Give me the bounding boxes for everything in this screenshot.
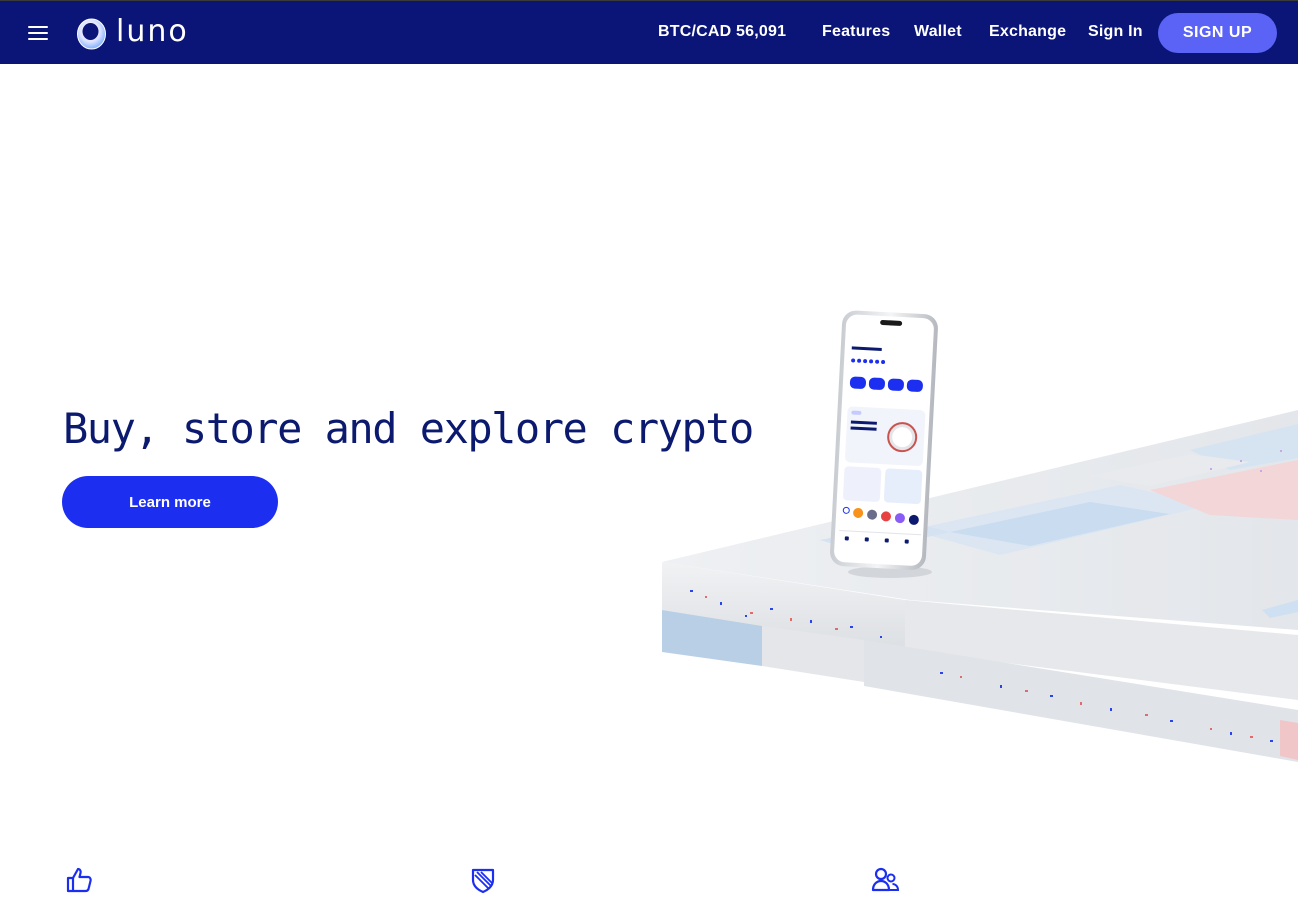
sign-up-button[interactable]: SIGN UP xyxy=(1158,13,1277,53)
nav-link-sign-in[interactable]: Sign In xyxy=(1088,23,1143,41)
users-icon xyxy=(871,867,899,892)
btc-cad-price-ticker: BTC/CAD 56,091 xyxy=(658,23,787,40)
thumbs-up-icon xyxy=(66,867,92,893)
logo-wordmark: luno xyxy=(116,14,189,49)
top-navigation-bar: luno BTC/CAD 56,091 Features Wallet Exch… xyxy=(0,0,1298,64)
nav-link-features[interactable]: Features xyxy=(822,23,890,41)
hamburger-menu-icon[interactable] xyxy=(28,26,48,40)
shield-icon xyxy=(471,868,495,894)
nav-link-wallet[interactable]: Wallet xyxy=(914,23,962,41)
luno-ring-logo-icon xyxy=(77,18,106,49)
hero-phone-platform-image xyxy=(662,310,1298,762)
luno-logo[interactable]: luno xyxy=(76,13,189,53)
nav-link-exchange[interactable]: Exchange xyxy=(989,23,1066,41)
learn-more-button[interactable]: Learn more xyxy=(62,476,278,528)
